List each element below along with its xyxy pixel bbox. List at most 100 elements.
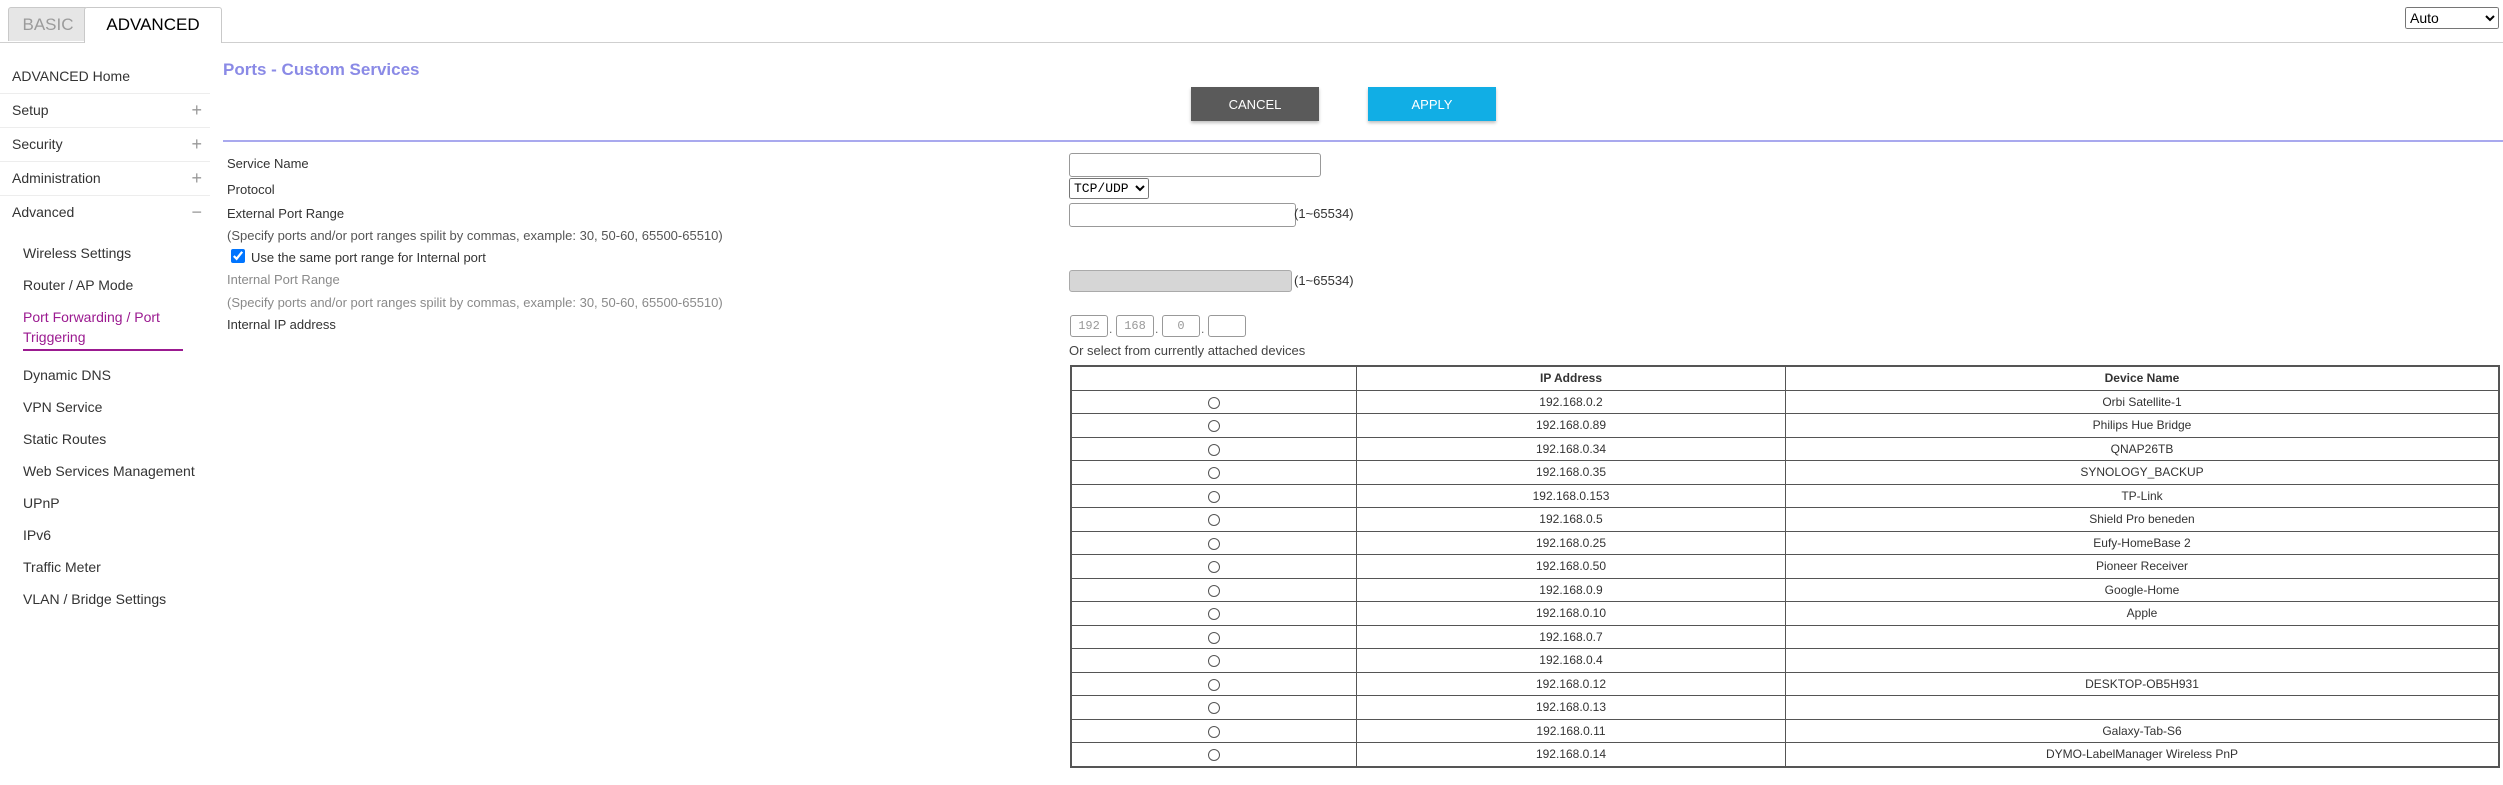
table-row[interactable]: 192.168.0.35 SYNOLOGY_BACKUP <box>1070 460 2500 485</box>
submenu-vlan-bridge[interactable]: VLAN / Bridge Settings <box>0 589 210 621</box>
ip-octet-3[interactable]: 0 <box>1162 315 1200 337</box>
sidebar-item-setup[interactable]: Setup + <box>0 94 210 128</box>
expand-plus-icon[interactable]: + <box>191 128 202 161</box>
cancel-button[interactable]: CANCEL <box>1191 87 1319 121</box>
device-radio-button[interactable] <box>1208 537 1220 550</box>
table-row[interactable]: 192.168.0.4 <box>1070 648 2500 673</box>
table-row[interactable]: 192.168.0.25 Eufy-HomeBase 2 <box>1070 530 2500 555</box>
table-header-select <box>1070 365 1357 391</box>
ip-octet-1[interactable]: 192 <box>1070 315 1108 337</box>
table-row[interactable]: 192.168.0.5 Shield Pro beneden <box>1070 507 2500 532</box>
same-port-label: Use the same port range for Internal por… <box>251 250 486 265</box>
submenu-port-forwarding[interactable]: Port Forwarding / Port Triggering <box>23 307 183 351</box>
device-radio-button[interactable] <box>1208 655 1220 668</box>
tab-advanced[interactable]: ADVANCED <box>84 7 222 43</box>
device-radio-button[interactable] <box>1208 678 1220 691</box>
device-radio-button[interactable] <box>1208 725 1220 738</box>
device-select-cell <box>1070 554 1357 579</box>
device-radio-button[interactable] <box>1208 631 1220 644</box>
submenu-web-services[interactable]: Web Services Management <box>0 461 210 493</box>
sidebar-item-administration[interactable]: Administration + <box>0 162 210 196</box>
submenu-wireless-settings[interactable]: Wireless Settings <box>0 243 210 275</box>
service-name-label: Service Name <box>227 156 309 171</box>
device-radio-button[interactable] <box>1208 443 1220 456</box>
sidebar-item-advanced[interactable]: Advanced − <box>0 196 210 229</box>
device-ip-cell: 192.168.0.11 <box>1356 718 1786 743</box>
top-tab-bar: BASIC ADVANCED Auto <box>0 0 2503 43</box>
device-name-cell: Galaxy-Tab-S6 <box>1785 718 2500 743</box>
ip-octet-4[interactable] <box>1208 315 1246 337</box>
header-divider <box>223 140 2503 142</box>
submenu-router-ap-mode[interactable]: Router / AP Mode <box>0 275 210 307</box>
language-select[interactable]: Auto <box>2405 7 2499 29</box>
device-name-cell: Philips Hue Bridge <box>1785 413 2500 438</box>
table-row[interactable]: 192.168.0.13 <box>1070 695 2500 720</box>
device-select-cell <box>1070 601 1357 626</box>
tab-basic[interactable]: BASIC <box>8 7 88 41</box>
device-name-cell: Shield Pro beneden <box>1785 507 2500 532</box>
apply-button[interactable]: APPLY <box>1368 87 1496 121</box>
sidebar-item-security[interactable]: Security + <box>0 128 210 162</box>
table-row[interactable]: 192.168.0.2 Orbi Satellite-1 <box>1070 389 2500 414</box>
device-select-cell <box>1070 671 1357 696</box>
expand-plus-icon[interactable]: + <box>191 162 202 195</box>
device-select-cell <box>1070 413 1357 438</box>
device-ip-cell: 192.168.0.14 <box>1356 742 1786 767</box>
submenu-traffic-meter[interactable]: Traffic Meter <box>0 557 210 589</box>
table-row[interactable]: 192.168.0.10 Apple <box>1070 601 2500 626</box>
or-select-devices-text: Or select from currently attached device… <box>1069 343 1306 358</box>
device-rows: 192.168.0.2 Orbi Satellite-1 192.168.0.89 P… <box>1070 389 2500 767</box>
device-radio-button[interactable] <box>1208 584 1220 597</box>
device-select-cell <box>1070 624 1357 649</box>
expand-plus-icon[interactable]: + <box>191 94 202 127</box>
internal-port-input <box>1069 270 1292 292</box>
protocol-label: Protocol <box>227 182 275 197</box>
submenu-upnp[interactable]: UPnP <box>0 493 210 525</box>
table-row[interactable]: 192.168.0.34 QNAP26TB <box>1070 436 2500 461</box>
table-row[interactable]: 192.168.0.12 DESKTOP-OB5H931 <box>1070 671 2500 696</box>
table-row[interactable]: 192.168.0.9 Google-Home <box>1070 577 2500 602</box>
submenu-vpn-service[interactable]: VPN Service <box>0 397 210 429</box>
external-port-label: External Port Range <box>227 206 345 221</box>
external-port-input[interactable] <box>1069 203 1296 227</box>
device-select-cell <box>1070 718 1357 743</box>
device-name-cell: DESKTOP-OB5H931 <box>1785 671 2500 696</box>
internal-ip-label: Internal IP address <box>227 317 336 332</box>
table-row[interactable]: 192.168.0.7 <box>1070 624 2500 649</box>
submenu-static-routes[interactable]: Static Routes <box>0 429 210 461</box>
same-port-checkbox[interactable] <box>231 249 245 263</box>
device-radio-button[interactable] <box>1208 420 1220 433</box>
device-radio-button[interactable] <box>1208 490 1220 503</box>
collapse-minus-icon[interactable]: − <box>191 196 202 229</box>
submenu-ipv6[interactable]: IPv6 <box>0 525 210 557</box>
device-name-cell: DYMO-LabelManager Wireless PnP <box>1785 742 2500 767</box>
ip-octet-2[interactable]: 168 <box>1116 315 1154 337</box>
device-name-cell: Pioneer Receiver <box>1785 554 2500 579</box>
table-row[interactable]: 192.168.0.14 DYMO-LabelManager Wireless P… <box>1070 742 2500 767</box>
device-select-cell <box>1070 530 1357 555</box>
table-header-device: Device Name <box>1785 365 2500 391</box>
device-radio-button[interactable] <box>1208 561 1220 574</box>
sidebar-item-label: ADVANCED Home <box>12 68 130 84</box>
device-radio-button[interactable] <box>1208 514 1220 527</box>
device-select-cell <box>1070 389 1357 414</box>
table-row[interactable]: 192.168.0.89 Philips Hue Bridge <box>1070 413 2500 438</box>
device-radio-button[interactable] <box>1208 467 1220 480</box>
device-select-cell <box>1070 436 1357 461</box>
internal-port-range-hint: (1~65534) <box>1294 273 1354 288</box>
table-row[interactable]: 192.168.0.50 Pioneer Receiver <box>1070 554 2500 579</box>
protocol-select[interactable]: TCP/UDP <box>1069 178 1149 199</box>
submenu-dynamic-dns[interactable]: Dynamic DNS <box>0 365 210 397</box>
device-select-cell <box>1070 507 1357 532</box>
attached-devices-table: IP Address Device Name 192.168.0.2 Orbi S… <box>1070 365 2500 768</box>
device-radio-button[interactable] <box>1208 608 1220 621</box>
sidebar: ADVANCED Home Setup + Security + Adminis… <box>0 60 210 621</box>
device-radio-button[interactable] <box>1208 702 1220 715</box>
sidebar-item-advanced-home[interactable]: ADVANCED Home <box>0 60 210 94</box>
table-row[interactable]: 192.168.0.11 Galaxy-Tab-S6 <box>1070 718 2500 743</box>
table-row[interactable]: 192.168.0.153 TP-Link <box>1070 483 2500 508</box>
service-name-input[interactable] <box>1069 153 1321 177</box>
device-radio-button[interactable] <box>1208 749 1220 762</box>
device-ip-cell: 192.168.0.89 <box>1356 413 1786 438</box>
device-radio-button[interactable] <box>1208 396 1220 409</box>
